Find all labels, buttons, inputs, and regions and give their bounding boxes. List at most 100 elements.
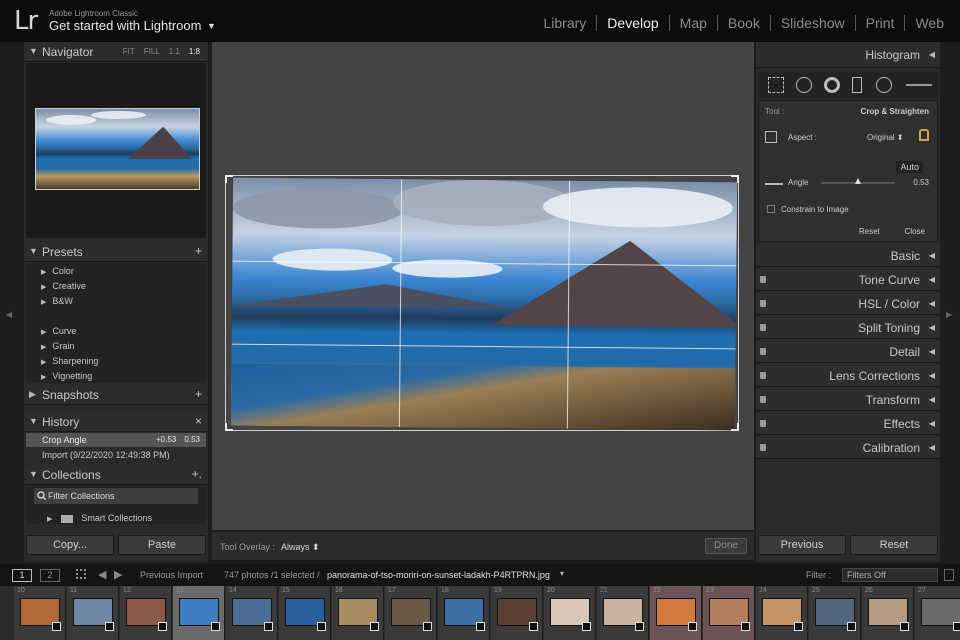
presets-header[interactable]: ▼ Presets + — [24, 242, 208, 262]
lock-icon[interactable] — [919, 129, 929, 141]
expand-triangle-icon[interactable]: ▶ — [41, 299, 46, 306]
expand-triangle-icon[interactable]: ▶ — [41, 269, 46, 276]
clear-history-icon[interactable]: × — [195, 414, 202, 428]
filmstrip-thumbnail[interactable]: 19 — [491, 586, 543, 640]
navigator-thumbnail[interactable] — [35, 108, 200, 190]
expand-triangle-icon[interactable]: ▶ — [41, 284, 46, 291]
module-book[interactable]: Book — [716, 15, 770, 31]
preset-group[interactable]: ▶ Creative — [41, 281, 86, 291]
zoom-fit[interactable]: FIT — [123, 47, 135, 56]
history-step[interactable]: Import (9/22/2020 12:49:38 PM) — [26, 448, 206, 462]
smart-collections-item[interactable]: ▶ Smart Collections — [47, 513, 152, 523]
expand-triangle-icon[interactable]: ▶ — [47, 516, 52, 523]
zoom-1-8[interactable]: 1:8 — [189, 47, 200, 56]
crop-tool-icon[interactable] — [768, 77, 784, 93]
collapse-triangle-icon[interactable]: ◀ — [929, 419, 935, 428]
tool-overlay-select[interactable]: Always ⬍ — [281, 542, 320, 553]
panel-tone-curve[interactable]: Tone Curve ◀ — [756, 269, 940, 291]
module-slideshow[interactable]: Slideshow — [769, 15, 855, 31]
image-canvas[interactable] — [212, 42, 754, 530]
filename-dropdown-icon[interactable]: ▾ — [560, 569, 564, 578]
angle-slider-thumb[interactable] — [855, 178, 862, 184]
paste-button[interactable]: Paste — [118, 535, 206, 555]
collapse-triangle-icon[interactable]: ◀ — [929, 347, 935, 356]
filmstrip-thumbnail[interactable]: 15 — [279, 586, 331, 640]
panel-lens-corrections[interactable]: Lens Corrections ◀ — [756, 365, 940, 387]
zoom-1-1[interactable]: 1:1 — [169, 47, 180, 56]
filmstrip-thumbnail[interactable]: 27 — [915, 586, 960, 640]
crop-handle[interactable] — [225, 423, 233, 431]
red-eye-icon[interactable] — [824, 77, 840, 93]
preset-group[interactable]: ▶ Curve — [41, 326, 76, 336]
back-arrow-icon[interactable]: ◀ — [98, 568, 106, 581]
previous-button[interactable]: Previous — [758, 535, 846, 555]
right-panel-toggle[interactable]: ▶ — [940, 42, 960, 562]
collapse-triangle-icon[interactable]: ▼ — [29, 46, 38, 56]
filmstrip-thumbnail[interactable]: 21 — [597, 586, 649, 640]
main-photo[interactable] — [230, 177, 738, 431]
panel-switch-icon[interactable] — [760, 324, 766, 331]
preset-group[interactable]: ▶ Color — [41, 266, 74, 276]
filmstrip-thumbnail[interactable]: 13 — [173, 586, 225, 640]
collapse-triangle-icon[interactable]: ◀ — [929, 299, 935, 308]
collapse-triangle-icon[interactable]: ◀ — [929, 323, 935, 332]
module-library[interactable]: Library — [534, 15, 597, 31]
filmstrip-thumbnail[interactable]: 16 — [332, 586, 384, 640]
grid-view-icon[interactable] — [76, 569, 86, 579]
panel-basic[interactable]: Basic ◀ — [756, 245, 940, 267]
panel-detail[interactable]: Detail ◀ — [756, 341, 940, 363]
panel-switch-icon[interactable] — [760, 300, 766, 307]
forward-arrow-icon[interactable]: ▶ — [114, 568, 122, 581]
filter-select[interactable]: Filters Off — [842, 568, 938, 582]
snapshots-header[interactable]: ▶ Snapshots + — [24, 385, 208, 405]
main-window-button[interactable]: 1 — [12, 569, 32, 582]
expand-triangle-icon[interactable]: ▶ — [41, 344, 46, 351]
collapse-triangle-icon[interactable]: ◀ — [929, 443, 935, 452]
panel-calibration[interactable]: Calibration ◀ — [756, 437, 940, 459]
histogram-header[interactable]: Histogram ◀ — [756, 42, 940, 68]
history-header[interactable]: ▼ History × — [24, 412, 208, 432]
panel-switch-icon[interactable] — [760, 348, 766, 355]
collapse-triangle-icon[interactable]: ◀ — [929, 371, 935, 380]
filmstrip-thumbnail[interactable]: 10 — [14, 586, 66, 640]
collapse-triangle-icon[interactable]: ▶ — [29, 389, 36, 400]
second-window-button[interactable]: 2 — [40, 569, 60, 582]
module-develop[interactable]: Develop — [596, 15, 668, 31]
collapse-triangle-icon[interactable]: ▼ — [29, 469, 38, 479]
crop-close-button[interactable]: Close — [905, 227, 925, 236]
preset-group[interactable]: ▶ B&W — [41, 296, 73, 306]
angle-value[interactable]: 0.53 — [913, 178, 929, 187]
preset-group[interactable]: ▶ Sharpening — [41, 356, 98, 366]
collapse-triangle-icon[interactable]: ◀ — [929, 50, 935, 59]
zoom-fill[interactable]: FILL — [144, 47, 160, 56]
history-step[interactable]: Crop Angle +0.53 0.53 — [26, 433, 206, 447]
filmstrip-thumbnail[interactable]: 11 — [67, 586, 119, 640]
catalog-dropdown-icon[interactable]: ▼ — [207, 21, 216, 31]
panel-switch-icon[interactable] — [760, 276, 766, 283]
filmstrip-thumbnail[interactable]: 25 — [809, 586, 861, 640]
collections-header[interactable]: ▼ Collections +. — [24, 465, 208, 485]
preset-group[interactable]: ▶ Grain — [41, 341, 74, 351]
filter-collections-field[interactable]: Filter Collections — [34, 488, 198, 504]
crop-frame[interactable] — [225, 175, 739, 431]
collapse-triangle-icon[interactable]: ◀ — [929, 275, 935, 284]
angle-slider[interactable] — [821, 178, 895, 184]
filmstrip-thumbnail[interactable]: 14 — [226, 586, 278, 640]
catalog-name[interactable]: Get started with Lightroom — [49, 18, 201, 33]
radial-filter-icon[interactable] — [876, 77, 892, 93]
filmstrip-thumbnail[interactable]: 12 — [120, 586, 172, 640]
module-map[interactable]: Map — [668, 15, 717, 31]
filmstrip-thumbnail[interactable]: 20 — [544, 586, 596, 640]
filmstrip-thumbnail[interactable]: 17 — [385, 586, 437, 640]
collapse-triangle-icon[interactable]: ▼ — [29, 246, 38, 256]
collapse-triangle-icon[interactable]: ▼ — [29, 416, 38, 426]
filter-lock-icon[interactable] — [944, 569, 954, 581]
navigator-preview[interactable] — [26, 63, 206, 238]
navigator-header[interactable]: ▼ Navigator FIT FILL 1:1 1:8 — [24, 42, 208, 62]
filmstrip-thumbnail[interactable]: 18 — [438, 586, 490, 640]
filmstrip-thumbnail[interactable]: 24 — [756, 586, 808, 640]
panel-switch-icon[interactable] — [760, 420, 766, 427]
reset-button[interactable]: Reset — [850, 535, 938, 555]
panel-split-toning[interactable]: Split Toning ◀ — [756, 317, 940, 339]
filmstrip-source[interactable]: Previous Import — [140, 570, 203, 580]
